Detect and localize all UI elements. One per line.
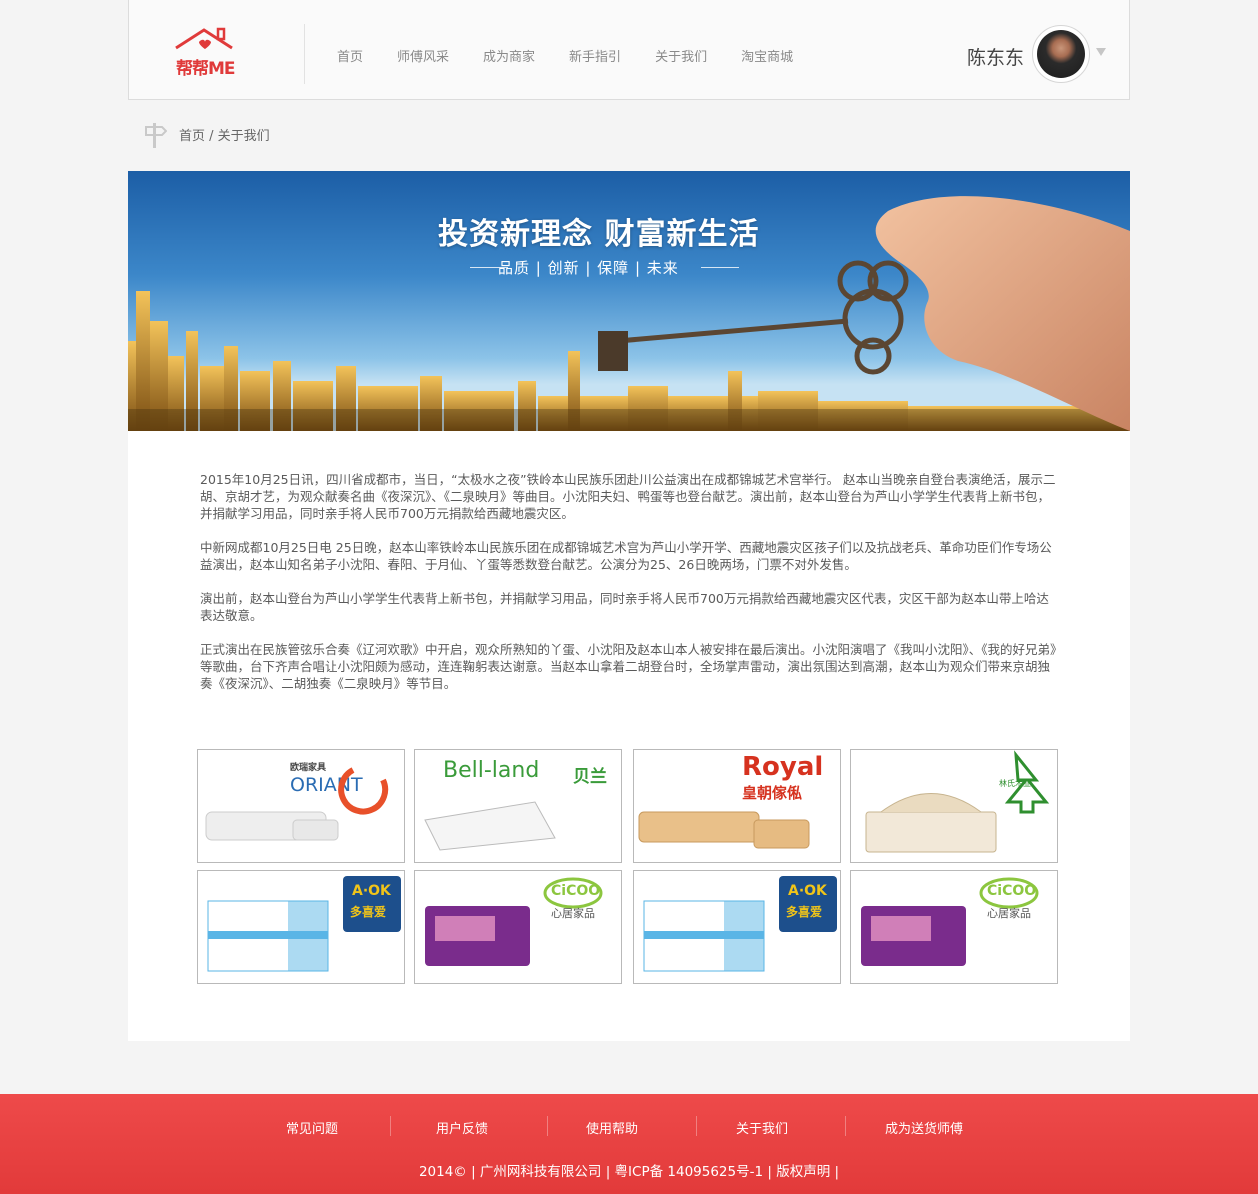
brand-sub: 多喜爱: [350, 905, 387, 919]
article-paragraph: 演出前，赵本山登台为芦山小学学生代表背上新书包，并捐献学习用品，同时亲手将人民币…: [200, 591, 1049, 623]
banner: 投资新理念 财富新生活 品质 | 创新 | 保障 | 未来: [128, 171, 1130, 431]
brand-card-linshi[interactable]: 林氏木业: [850, 749, 1058, 863]
banner-title: 投资新理念 财富新生活: [438, 217, 760, 252]
brand-logo: A·OK: [352, 883, 391, 899]
footer-separator: [390, 1116, 391, 1136]
nav-taobao[interactable]: 淘宝商城: [741, 46, 793, 65]
footer-link-faq[interactable]: 常见问题: [286, 1118, 338, 1137]
footer-link-feedback[interactable]: 用户反馈: [436, 1118, 488, 1137]
brand-sub: 心居家品: [551, 907, 595, 920]
nav-merchant[interactable]: 成为商家: [483, 46, 535, 65]
sofa-image: [205, 767, 389, 841]
signpost-icon: [145, 123, 167, 148]
content-panel: 投资新理念 财富新生活 品质 | 创新 | 保障 | 未来 2015年10月25…: [128, 171, 1130, 1041]
brand-card-cicoo[interactable]: CiCOO 心居家品: [850, 870, 1058, 984]
footer-separator: [696, 1116, 697, 1136]
nav-home[interactable]: 首页: [337, 46, 363, 65]
footer-link-help[interactable]: 使用帮助: [586, 1118, 638, 1137]
site-header: 帮帮ME 首页 师傅风采 成为商家 新手指引 关于我们 淘宝商城 陈东东: [128, 0, 1130, 100]
article-paragraph: 正式演出在民族管弦乐合奏《辽河欢歌》中开启，观众所熟知的丫蛋、小沈阳及赵本山本人…: [200, 642, 1057, 691]
nav-about[interactable]: 关于我们: [655, 46, 707, 65]
nav-guide[interactable]: 新手指引: [569, 46, 621, 65]
banner-divider: [701, 267, 739, 268]
brand-sub: 心居家品: [987, 907, 1031, 920]
avatar[interactable]: [1032, 25, 1090, 83]
breadcrumb[interactable]: 首页 / 关于我们: [179, 125, 270, 144]
username[interactable]: 陈东东: [967, 43, 1024, 70]
brand-logo: CiCOO: [551, 883, 601, 899]
brand-card-bellland[interactable]: Bell-land 贝兰: [414, 749, 622, 863]
article-body: 2015年10月25日讯，四川省成都市，当日，“太极水之夜”铁岭本山民族乐团赴川…: [200, 471, 1058, 709]
footer-links: 常见问题 用户反馈 使用帮助 关于我们 成为送货师傅: [0, 1094, 1258, 1154]
footer-link-about[interactable]: 关于我们: [736, 1118, 788, 1137]
banner-subtitle: 品质 | 创新 | 保障 | 未来: [498, 259, 679, 277]
article-paragraph: 2015年10月25日讯，四川省成都市，当日，“太极水之夜”铁岭本山民族乐团赴川…: [200, 472, 1056, 521]
footer-separator: [845, 1116, 846, 1136]
article-paragraph: 中新网成都10月25日电 25日晚，赵本山率铁岭本山民族乐团在成都锦城艺术宫为芦…: [200, 540, 1052, 572]
copyright: 2014© | 广州网科技有限公司 | 粤ICP备 14095625号-1 | …: [418, 1164, 840, 1180]
brand-card-royal[interactable]: Royal 皇朝傢俬: [633, 749, 841, 863]
site-footer: 常见问题 用户反馈 使用帮助 关于我们 成为送货师傅 2014© | 广州网科技…: [0, 1094, 1258, 1194]
logo-text: 帮帮ME: [176, 59, 236, 79]
header-divider: [304, 24, 305, 84]
mattress-image: [424, 801, 556, 851]
sofa-image: [638, 811, 810, 849]
nav-masters[interactable]: 师傅风采: [397, 46, 449, 65]
brand-card-cicoo[interactable]: CiCOO 心居家品: [414, 870, 622, 984]
main-nav: 首页 师傅风采 成为商家 新手指引 关于我们 淘宝商城: [337, 46, 827, 65]
brand-sub: 多喜爱: [786, 905, 823, 919]
brand-logo: A·OK: [788, 883, 827, 899]
site-logo[interactable]: 帮帮ME: [174, 26, 246, 79]
footer-link-become-courier[interactable]: 成为送货师傅: [885, 1118, 963, 1137]
brand-card-aok[interactable]: A·OK 多喜爱: [197, 870, 405, 984]
brand-card-aok[interactable]: A·OK 多喜爱: [633, 870, 841, 984]
house-roof-icon: [175, 27, 233, 50]
footer-separator: [547, 1116, 548, 1136]
brand-card-oriant[interactable]: 欧瑞家具 ORIANT: [197, 749, 405, 863]
brand-logo: 林氏木业: [999, 779, 1031, 788]
bed-image: [865, 750, 1050, 853]
chevron-down-icon[interactable]: [1096, 48, 1106, 56]
brand-logo: CiCOO: [987, 883, 1037, 899]
